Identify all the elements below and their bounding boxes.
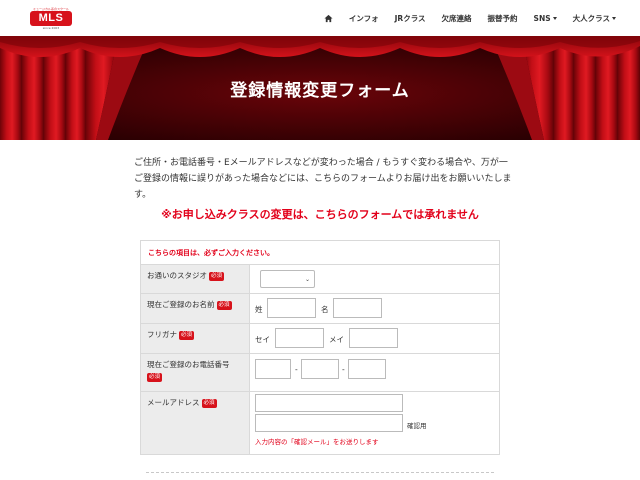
label-phone: 現在ご登録のお電話番号 必須 — [141, 354, 250, 391]
email-notice: 入力内容の「確認メール」をお送りします — [255, 438, 379, 446]
nav-sns[interactable]: SNS — [534, 14, 557, 23]
row-studio: お通いのスタジオ 必須 ⌄ — [141, 265, 499, 294]
cell-name: 姓 名 — [250, 294, 499, 323]
nav-absence[interactable]: 欠席連絡 — [442, 13, 472, 24]
last-name-input[interactable] — [267, 298, 316, 318]
phone-separator: - — [342, 365, 345, 374]
sei-label: 姓 — [255, 305, 263, 314]
nav-transfer[interactable]: 振替予約 — [488, 13, 518, 24]
page-title: 登録情報変更フォーム — [230, 81, 410, 101]
cell-studio: ⌄ — [250, 265, 499, 293]
required-note: こちらの項目は、必ずご入力ください。 — [141, 241, 499, 265]
chevron-down-icon — [552, 16, 557, 20]
sei-kana-label: セイ — [255, 335, 270, 344]
cell-furigana: セイ メイ — [250, 324, 499, 353]
mei-kana-label: メイ — [329, 335, 344, 344]
site-logo[interactable]: ミュージカル系のスクール MLS since 2003 — [30, 7, 72, 31]
logo-subtitle: since 2003 — [42, 26, 60, 30]
row-name: 現在ご登録のお名前 必須 姓 名 — [141, 294, 499, 324]
phone-part2-input[interactable] — [301, 359, 339, 379]
studio-select[interactable]: ⌄ — [260, 270, 315, 288]
label-name: 現在ご登録のお名前 必須 — [141, 294, 250, 323]
phone-part1-input[interactable] — [255, 359, 291, 379]
required-badge: 必須 — [209, 271, 225, 281]
phone-label: 現在ご登録のお電話番号 — [147, 360, 230, 369]
furigana-label: フリガナ — [147, 330, 177, 339]
warning-text: ※お申し込みクラスの変更は、こちらのフォームでは承れません — [161, 208, 479, 221]
hero-banner: 登録情報変更フォーム — [0, 36, 640, 140]
label-furigana: フリガナ 必須 — [141, 324, 250, 353]
logo-text: MLS — [38, 12, 64, 24]
home-icon — [324, 14, 333, 22]
first-name-kana-input[interactable] — [349, 328, 398, 348]
nav-absence-label: 欠席連絡 — [441, 13, 472, 23]
nav-transfer-label: 振替予約 — [487, 13, 518, 23]
cell-phone: - - — [250, 354, 499, 391]
chevron-down-icon: ⌄ — [304, 276, 310, 283]
row-furigana: フリガナ 必須 セイ メイ — [141, 324, 499, 354]
change-form: こちらの項目は、必ずご入力ください。 お通いのスタジオ 必須 ⌄ 現在ご登録のお名… — [140, 240, 500, 455]
first-name-input[interactable] — [333, 298, 382, 318]
required-badge: 必須 — [216, 300, 232, 310]
site-header: ミュージカル系のスクール MLS since 2003 インフォ JRクラス 欠… — [0, 0, 640, 36]
label-studio: お通いのスタジオ 必須 — [141, 265, 250, 293]
main-nav: インフォ JRクラス 欠席連絡 振替予約 SNS 大人クラス — [308, 0, 616, 36]
nav-jr-class[interactable]: JRクラス — [395, 13, 426, 24]
label-email: メールアドレス 必須 — [141, 392, 250, 454]
nav-sns-label: SNS — [533, 13, 551, 23]
email-label: メールアドレス — [147, 398, 200, 407]
chevron-down-icon — [612, 16, 616, 20]
phone-part3-input[interactable] — [348, 359, 386, 379]
phone-separator: - — [295, 365, 298, 374]
divider — [146, 472, 494, 473]
email-confirm-label: 確認用 — [407, 422, 427, 430]
name-label: 現在ご登録のお名前 — [147, 300, 215, 309]
email-confirm-input[interactable] — [255, 414, 403, 432]
nav-jr-class-label: JRクラス — [394, 13, 426, 23]
required-badge: 必須 — [201, 398, 217, 408]
intro-text: ご住所・お電話番号・Eメールアドレスなどが変わった場合 / もうすぐ変わる場合や… — [134, 158, 512, 200]
required-badge: 必須 — [147, 372, 163, 382]
cell-email: 確認用 入力内容の「確認メール」をお送りします — [250, 392, 499, 454]
required-badge: 必須 — [179, 330, 195, 340]
studio-label: お通いのスタジオ — [147, 271, 207, 280]
nav-adult-class[interactable]: 大人クラス — [573, 13, 616, 24]
row-phone: 現在ご登録のお電話番号 必須 - - — [141, 354, 499, 392]
email-input[interactable] — [255, 394, 403, 412]
nav-adult-class-label: 大人クラス — [572, 13, 610, 23]
last-name-kana-input[interactable] — [275, 328, 324, 348]
nav-info-label: インフォ — [348, 13, 379, 23]
nav-home[interactable] — [324, 14, 333, 23]
nav-info[interactable]: インフォ — [349, 13, 379, 24]
row-email: メールアドレス 必須 確認用 入力内容の「確認メール」をお送りします — [141, 392, 499, 454]
mei-label: 名 — [321, 305, 329, 314]
